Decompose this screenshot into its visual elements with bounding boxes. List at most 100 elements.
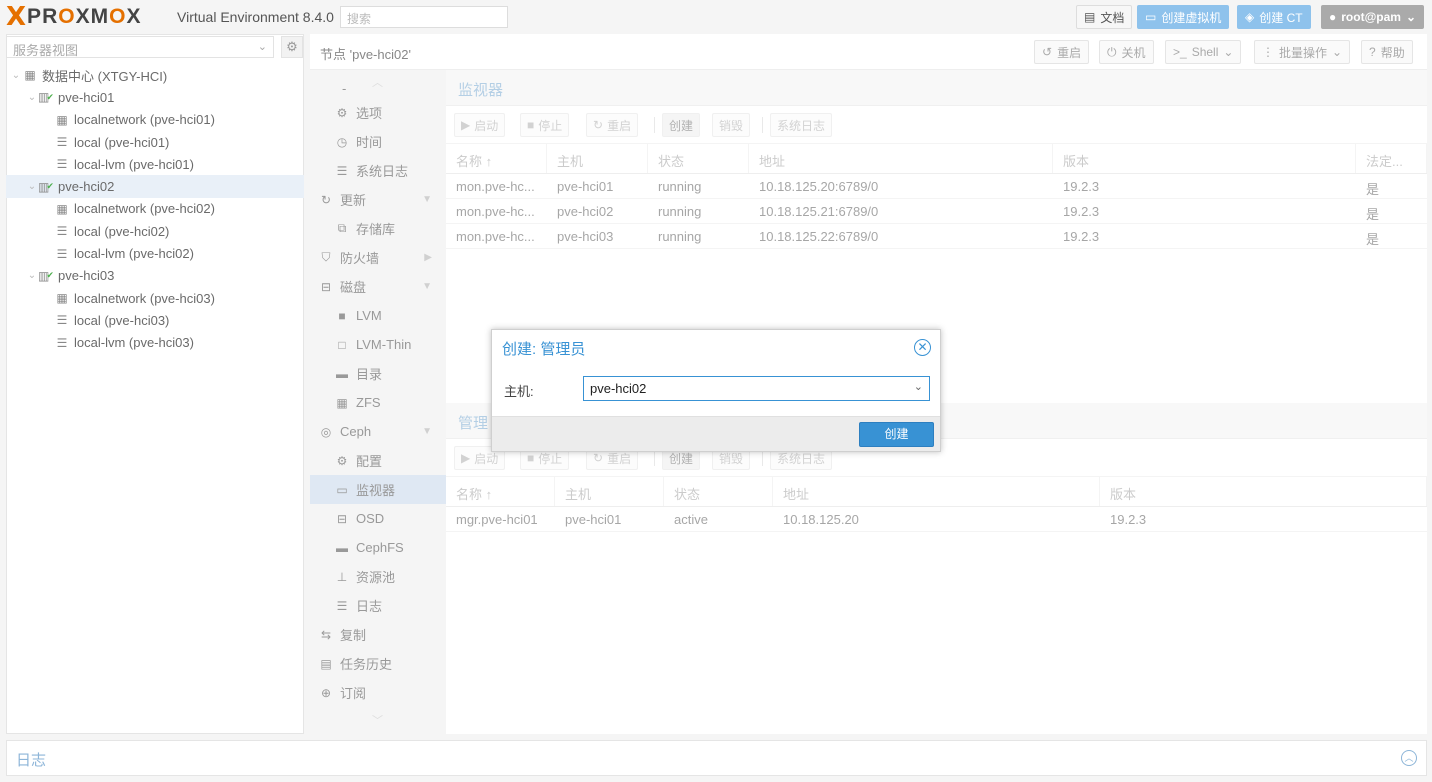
create-manager-dialog: 创建: 管理员 ✕ 主机: pve-hci02 ⌄ 创建 <box>491 329 941 452</box>
help-button[interactable]: ? 帮助 <box>1361 40 1413 64</box>
square-icon: ■ <box>338 308 346 323</box>
tree-item-datacenter[interactable]: ⌄ ▦ 数据中心 (XTGY-HCI) <box>6 64 304 86</box>
tree-item-storage[interactable]: ☰ local-lvm (pve-hci02) <box>6 242 304 264</box>
create-button[interactable]: 创建 <box>859 422 934 447</box>
datacenter-icon: ▦ <box>24 68 36 83</box>
tree-item-storage[interactable]: ☰ local (pve-hci01) <box>6 131 304 153</box>
bulk-actions-button[interactable]: ⋮ 批量操作 ⌄ <box>1254 40 1351 64</box>
host-select-value: pve-hci02 <box>590 381 647 396</box>
nav-item-lvm-thin[interactable]: □ LVM-Thin <box>310 330 446 359</box>
nav-item-label: LVM <box>356 308 382 323</box>
expand-icon[interactable]: ︿ <box>1401 750 1417 766</box>
host-label: 主机: <box>504 384 534 399</box>
power-icon: ⏻ <box>1107 44 1117 59</box>
create-ct-button[interactable]: ◈ 创建 CT <box>1237 5 1311 29</box>
create-vm-button[interactable]: ▭ 创建虚拟机 <box>1137 5 1230 29</box>
tree-item-label: 数据中心 (XTGY-HCI) <box>42 68 168 84</box>
nav-item-options[interactable]: ⚙ 选项 <box>310 98 446 127</box>
nav-item-directory[interactable]: ▬ 目录 <box>310 359 446 388</box>
node-title: 节点 'pve-hci02' <box>320 47 411 62</box>
nav-item-pools[interactable]: ⊥ 资源池 <box>310 562 446 591</box>
tree-item-label: localnetwork (pve-hci03) <box>74 290 215 306</box>
chevron-right-icon: ▶ <box>424 252 432 263</box>
tree-item-storage[interactable]: ▦ localnetwork (pve-hci03) <box>6 287 304 309</box>
nav-item-subscription[interactable]: ⊕ 订阅 <box>310 678 446 707</box>
clock-icon: ◷ <box>336 134 348 149</box>
nav-item-time[interactable]: ◷ 时间 <box>310 127 446 156</box>
nav-item-ceph-config[interactable]: ⚙ 配置 <box>310 446 446 475</box>
shell-button[interactable]: >_ Shell ⌄ <box>1165 40 1242 64</box>
reboot-label: 重启 <box>1057 45 1082 60</box>
chevron-down-icon: ▼ <box>422 281 432 292</box>
square-outline-icon: □ <box>338 337 346 352</box>
help-label: 帮助 <box>1380 45 1405 60</box>
caret-icon: ⌄ <box>27 91 37 103</box>
nav-item-task-history[interactable]: ▤ 任务历史 <box>310 649 446 678</box>
log-panel-title: 日志 <box>16 752 47 769</box>
docs-label: 文档 <box>1100 10 1125 25</box>
tree-item-label: localnetwork (pve-hci02) <box>74 201 215 217</box>
nav-item-label: 选项 <box>356 106 383 121</box>
cube-icon: ◈ <box>1245 10 1255 24</box>
logo-x: X <box>6 2 27 32</box>
node-icon: ▥ ✔ <box>38 268 54 283</box>
product-version: Virtual Environment 8.4.0 <box>177 9 334 25</box>
nav-item-label: 复制 <box>340 628 367 643</box>
shell-label: Shell <box>1191 45 1219 59</box>
tree-item-node[interactable]: ⌄ ▥ ✔ pve-hci01 <box>6 86 304 108</box>
shutdown-button[interactable]: ⏻ 关机 <box>1099 40 1154 64</box>
nav-item-updates[interactable]: ↻ 更新 ▼ <box>310 185 446 214</box>
gear-icon[interactable]: ⚙ <box>281 36 303 58</box>
tree-item-label: pve-hci01 <box>58 89 115 105</box>
tree-item-storage[interactable]: ☰ local (pve-hci03) <box>6 309 304 331</box>
create-vm-label: 创建虚拟机 <box>1161 10 1222 25</box>
storage-icon: ☰ <box>56 313 68 328</box>
search-input[interactable]: 搜索 <box>340 6 508 28</box>
host-select[interactable]: pve-hci02 ⌄ <box>583 376 930 401</box>
nav-item-label: 防火墙 <box>340 251 380 266</box>
storage-icon: ☰ <box>56 135 68 150</box>
folder-icon: ▬ <box>336 540 348 555</box>
nav-item-osd[interactable]: ⊟ OSD <box>310 504 446 533</box>
nav-item-label: 时间 <box>356 135 383 150</box>
view-selector[interactable]: 服务器视图 ⌄ <box>6 36 274 58</box>
tree-item-storage[interactable]: ☰ local-lvm (pve-hci01) <box>6 153 304 175</box>
question-icon: ? <box>1369 45 1376 59</box>
gear-icon: ⚙ <box>336 453 348 468</box>
nav-item-ceph[interactable]: ◎ Ceph ▼ <box>310 417 446 446</box>
nav-item-lvm[interactable]: ■ LVM <box>310 301 446 330</box>
tree-item-node-selected[interactable]: ⌄ ▥ ✔ pve-hci02 <box>6 175 304 198</box>
dialog-title: 创建: 管理员 <box>502 341 586 358</box>
docs-button[interactable]: ▤ 文档 <box>1076 5 1133 29</box>
tree-item-storage[interactable]: ▦ localnetwork (pve-hci01) <box>6 109 304 131</box>
nav-item-repositories[interactable]: ⧉ 存储库 <box>310 214 446 243</box>
storage-icon: ☰ <box>56 335 68 350</box>
nav-item-label: Ceph <box>340 424 372 439</box>
tree-item-storage[interactable]: ▦ localnetwork (pve-hci02) <box>6 198 304 220</box>
refresh-icon: ↻ <box>320 192 332 207</box>
retweet-icon: ⇆ <box>320 627 332 642</box>
network-icon: ▦ <box>56 112 68 127</box>
tree-item-storage[interactable]: ☰ local-lvm (pve-hci03) <box>6 332 304 354</box>
reboot-button[interactable]: ↺ 重启 <box>1034 40 1090 64</box>
view-selector-value: 服务器视图 <box>13 43 79 58</box>
tree-item-node[interactable]: ⌄ ▥ ✔ pve-hci03 <box>6 265 304 287</box>
storage-icon: ☰ <box>56 246 68 261</box>
user-menu-button[interactable]: ● root@pam ⌄ <box>1321 5 1425 29</box>
tree-item-storage[interactable]: ☰ local (pve-hci02) <box>6 220 304 242</box>
bulk-label: 批量操作 <box>1279 45 1328 60</box>
dialog-footer: 创建 <box>492 416 940 451</box>
nav-item-replication[interactable]: ⇆ 复制 <box>310 620 446 649</box>
nav-item-firewall[interactable]: ⛉ 防火墙 ▶ <box>310 243 446 272</box>
nav-item-cephfs[interactable]: ▬ CephFS <box>310 533 446 562</box>
nav-item-ceph-log[interactable]: ☰ 日志 <box>310 591 446 620</box>
nav-item-syslog[interactable]: ☰ 系统日志 <box>310 156 446 185</box>
nav-item-zfs[interactable]: ▦ ZFS <box>310 388 446 417</box>
copy-icon: ⧉ <box>337 221 347 235</box>
sitemap-icon: ⊥ <box>336 569 348 584</box>
nav-item-label: OSD <box>356 511 385 526</box>
close-icon[interactable]: ✕ <box>914 339 931 356</box>
nav-item-monitor[interactable]: ▭ 监视器 <box>310 475 446 504</box>
scroll-down-icon[interactable]: ﹀ <box>372 712 383 728</box>
nav-item-disks[interactable]: ⊟ 磁盘 ▼ <box>310 272 446 301</box>
